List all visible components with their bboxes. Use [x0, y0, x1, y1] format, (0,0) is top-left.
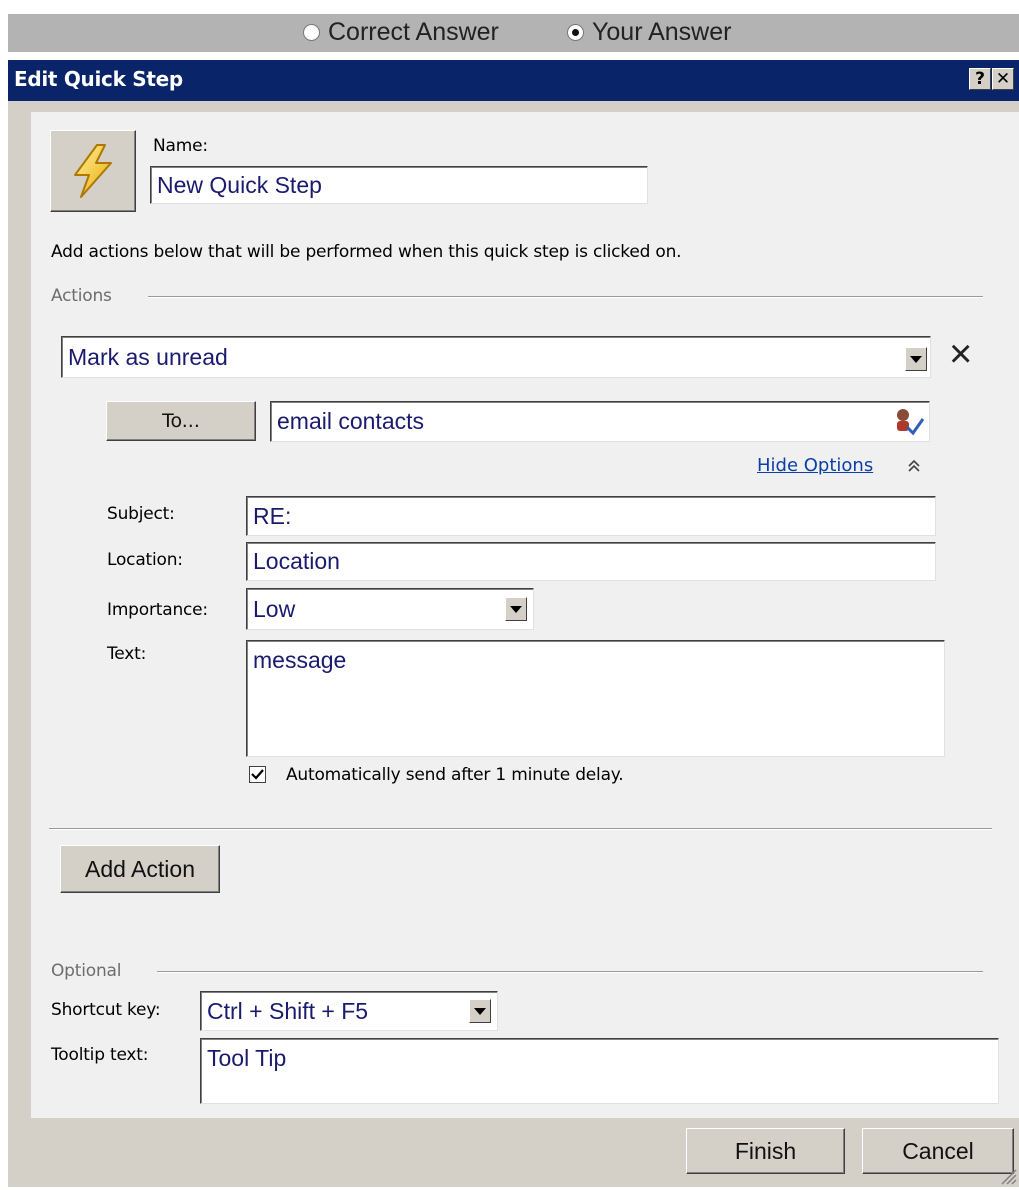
- auto-send-checkbox[interactable]: [249, 766, 266, 783]
- resize-grip-icon[interactable]: [999, 1167, 1017, 1185]
- instructions-text: Add actions below that will be performed…: [51, 242, 682, 262]
- to-recipients-input[interactable]: email contacts: [270, 401, 930, 442]
- tooltip-text-area[interactable]: Tool Tip: [200, 1038, 999, 1104]
- shortcut-key-select[interactable]: Ctrl + Shift + F5: [200, 991, 498, 1031]
- location-label: Location:: [107, 550, 183, 570]
- dialog-title: Edit Quick Step: [14, 67, 183, 91]
- quick-step-icon-button[interactable]: [50, 130, 136, 212]
- auto-send-label: Automatically send after 1 minute delay.: [286, 765, 624, 785]
- shortcut-key-select-arrow[interactable]: [469, 999, 491, 1023]
- lightning-bolt-icon: [74, 144, 112, 198]
- close-button[interactable]: ✕: [992, 68, 1014, 90]
- text-label: Text:: [107, 644, 147, 664]
- correct-answer-option[interactable]: Correct Answer: [303, 18, 499, 46]
- correct-answer-label: Correct Answer: [328, 17, 499, 46]
- to-button[interactable]: To...: [106, 401, 256, 441]
- hide-options-link[interactable]: Hide Options: [757, 455, 873, 476]
- your-answer-radio[interactable]: [567, 23, 584, 41]
- action-select-value: Mark as unread: [68, 343, 228, 370]
- checkmark-icon: [251, 769, 264, 780]
- finish-button[interactable]: Finish: [686, 1128, 845, 1174]
- shortcut-key-label: Shortcut key:: [51, 1000, 161, 1020]
- help-button[interactable]: ?: [969, 68, 991, 90]
- subject-label: Subject:: [107, 504, 175, 524]
- add-action-button[interactable]: Add Action: [60, 845, 220, 893]
- subject-input[interactable]: RE:: [246, 496, 936, 536]
- actions-divider: [148, 296, 983, 298]
- section-divider: [49, 828, 992, 830]
- action-select[interactable]: Mark as unread: [61, 336, 931, 378]
- actions-section-label: Actions: [51, 286, 112, 306]
- answer-toggle-strip: [8, 14, 1019, 52]
- your-answer-label: Your Answer: [592, 17, 732, 46]
- name-input[interactable]: New Quick Step: [150, 166, 648, 204]
- check-names-icon[interactable]: [892, 407, 926, 437]
- shortcut-key-value: Ctrl + Shift + F5: [207, 997, 369, 1024]
- correct-answer-radio[interactable]: [303, 23, 320, 41]
- optional-section-label: Optional: [51, 961, 122, 981]
- message-text-area[interactable]: message: [246, 640, 945, 757]
- importance-label: Importance:: [107, 600, 208, 620]
- tooltip-text-label: Tooltip text:: [51, 1045, 149, 1065]
- collapse-chevron-icon[interactable]: [906, 458, 922, 474]
- importance-select[interactable]: Low: [246, 588, 534, 630]
- importance-value: Low: [253, 595, 296, 622]
- action-select-arrow[interactable]: [905, 347, 927, 371]
- to-recipients-value: email contacts: [277, 408, 425, 434]
- importance-select-arrow[interactable]: [505, 597, 527, 621]
- remove-action-icon[interactable]: ×: [949, 334, 972, 374]
- cancel-button[interactable]: Cancel: [862, 1128, 1014, 1174]
- your-answer-option[interactable]: Your Answer: [567, 18, 731, 46]
- optional-divider: [157, 971, 983, 973]
- name-label: Name:: [153, 136, 208, 156]
- location-input[interactable]: Location: [246, 542, 936, 581]
